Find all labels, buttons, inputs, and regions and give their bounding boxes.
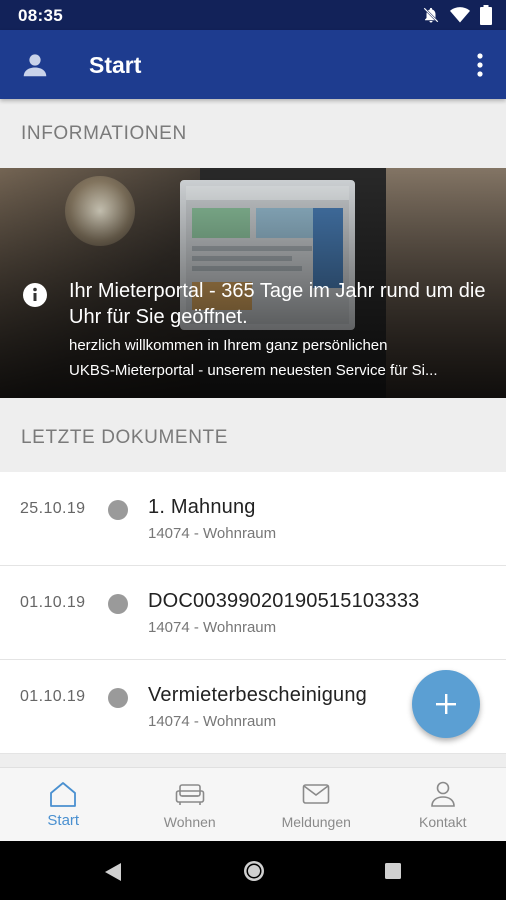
docs-section-header: LETZTE DOKUMENTE [21,427,229,448]
banner-headline: Ihr Mieterportal - 365 Tage im Jahr rund… [69,280,486,328]
document-status-dot [108,500,128,520]
wifi-icon [450,7,470,23]
banner-desc-line-1: herzlich willkommen in Ihrem ganz persön… [69,337,388,354]
add-button[interactable] [412,670,480,738]
document-row[interactable]: 01.10.19 DOC00399020190515103333 14074 -… [0,566,506,660]
nav-item-start[interactable]: Start [0,768,127,841]
sofa-icon [175,784,205,805]
bottom-navigation: Start Wohnen Meldungen Kontakt [0,767,506,841]
nav-label: Kontakt [419,814,467,830]
document-date: 01.10.19 [20,688,86,705]
status-time: 08:35 [18,6,63,25]
recents-icon[interactable] [384,862,402,880]
info-icon [23,283,47,307]
back-icon[interactable] [102,861,124,883]
mail-icon [302,784,330,804]
status-icons [422,5,492,25]
document-row[interactable]: 25.10.19 1. Mahnung 14074 - Wohnraum [0,472,506,566]
home-button-icon[interactable] [242,859,266,883]
document-subtitle: 14074 - Wohnraum [148,619,277,636]
overflow-menu-icon[interactable] [470,50,490,80]
notifications-off-icon [423,7,439,23]
nav-label: Start [47,812,80,829]
page-title: Start [89,52,142,78]
plus-icon [436,694,456,714]
document-name: 1. Mahnung [148,496,256,518]
document-status-dot [108,688,128,708]
home-icon [50,782,77,807]
status-bar: 08:35 [0,0,506,30]
document-subtitle: 14074 - Wohnraum [148,713,277,730]
person-icon [430,781,455,807]
document-date: 01.10.19 [20,594,86,611]
banner-description: herzlich willkommen in Ihrem ganz persön… [69,333,489,383]
battery-icon [480,5,492,25]
document-date: 25.10.19 [20,500,86,517]
nav-label: Wohnen [163,814,216,830]
app-bar: Start [0,30,506,99]
document-status-dot [108,594,128,614]
document-subtitle: 14074 - Wohnraum [148,525,277,542]
info-banner[interactable]: Ihr Mieterportal - 365 Tage im Jahr rund… [0,168,506,398]
account-icon[interactable] [20,50,50,80]
nav-item-wohnen[interactable]: Wohnen [127,768,254,841]
nav-item-kontakt[interactable]: Kontakt [380,768,506,841]
nav-item-meldungen[interactable]: Meldungen [253,768,380,841]
system-navigation-bar [0,841,506,900]
banner-desc-line-2: UKBS-Mieterportal - unserem neuesten Ser… [69,362,438,379]
info-section-header: INFORMATIONEN [21,123,187,144]
document-name: DOC00399020190515103333 [148,590,420,612]
document-name: Vermieterbescheinigung [148,684,367,706]
nav-label: Meldungen [281,814,351,830]
